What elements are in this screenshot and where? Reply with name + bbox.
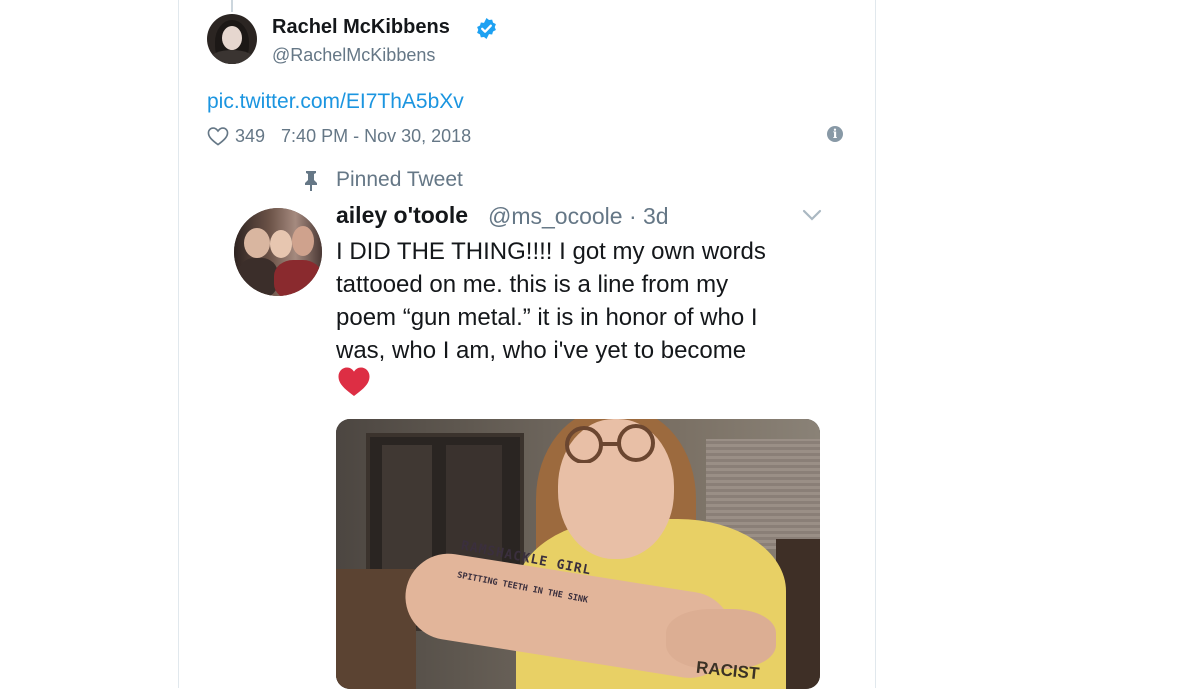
pic-link[interactable]: pic.twitter.com/EI7ThA5bXv (207, 90, 464, 114)
user-handle[interactable]: @RachelMcKibbens (272, 45, 435, 66)
tattoo-photo: RAMSHACKLE GIRL SPITTING TEETH IN THE SI… (336, 419, 820, 689)
tweet-text-line: I DID THE THING!!!! I got my own words (336, 238, 766, 265)
avatar[interactable] (207, 14, 257, 64)
timestamp[interactable]: 7:40 PM - Nov 30, 2018 (281, 126, 471, 147)
heart-icon[interactable] (207, 126, 229, 146)
chevron-down-icon (802, 209, 822, 221)
red-heart-icon (338, 367, 370, 396)
tweet-text-line: tattooed on me. this is a line from my (336, 271, 729, 298)
pinned-label: Pinned Tweet (336, 168, 463, 191)
tweet-meta: 349 7:40 PM - Nov 30, 2018 (207, 124, 471, 148)
info-icon[interactable]: i (827, 126, 843, 142)
embedded-avatar (234, 208, 322, 296)
tweet-text-line: was, who I am, who i've yet to become (336, 337, 747, 364)
like-count: 349 (235, 125, 266, 146)
embedded-tweet-text: I DID THE THING!!!! I got my own words t… (336, 235, 816, 367)
display-name[interactable]: Rachel McKibbens (272, 16, 450, 39)
verified-icon (477, 17, 496, 40)
tweet-text-line: poem “gun metal.” it is in honor of who … (336, 304, 758, 331)
thread-line (231, 0, 233, 12)
embedded-name: ailey o'toole (336, 202, 469, 228)
embedded-handle: @ms_ocoole · 3d (488, 203, 669, 229)
pin-icon (305, 171, 317, 191)
